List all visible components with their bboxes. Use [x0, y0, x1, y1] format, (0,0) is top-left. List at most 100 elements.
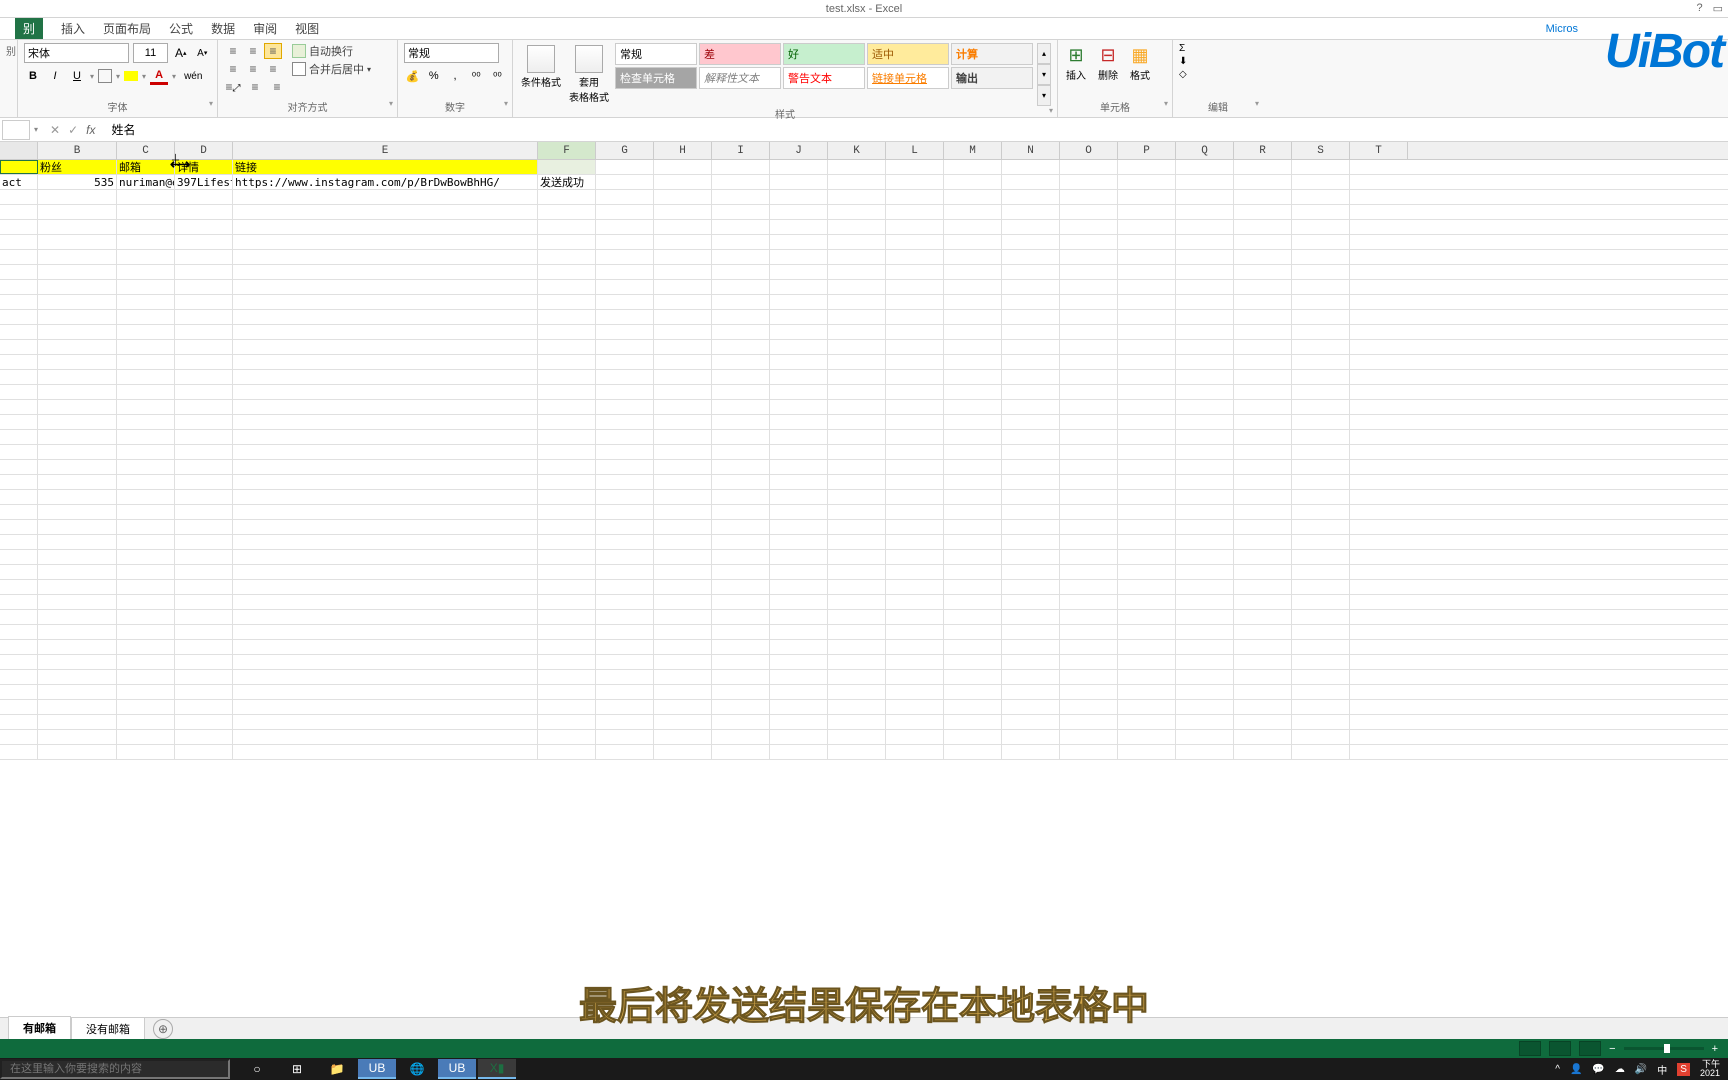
format-table-button[interactable]: 套用 表格格式 [567, 43, 611, 106]
spreadsheet-grid[interactable]: 粉丝 邮箱 详情 链接 act 535 nuriman@e 397Lifest … [0, 160, 1728, 760]
tray-clock[interactable]: 下午 2021 [1700, 1060, 1720, 1078]
style-check[interactable]: 检查单元格 [615, 67, 697, 89]
zoom-slider[interactable] [1624, 1047, 1704, 1050]
cortana-icon[interactable]: ○ [238, 1059, 276, 1079]
col-header-E[interactable]: E [233, 142, 538, 159]
cancel-formula-icon[interactable]: ✕ [50, 123, 60, 137]
cell-F1[interactable] [538, 160, 596, 174]
tray-volume-icon[interactable]: 🔊 [1635, 1064, 1647, 1075]
decrease-indent[interactable] [246, 79, 264, 95]
col-header-C[interactable]: C [117, 142, 175, 159]
wrap-text-button[interactable]: 自动换行 [292, 43, 371, 59]
tab-pagelayout[interactable]: 页面布局 [103, 20, 151, 37]
style-bad[interactable]: 差 [699, 43, 781, 65]
view-page-button[interactable] [1549, 1041, 1571, 1056]
font-size-select[interactable] [133, 43, 168, 63]
bold-button[interactable]: B [24, 67, 42, 85]
select-all-corner[interactable] [0, 142, 38, 159]
cell-E2[interactable]: https://www.instagram.com/p/BrDwBowBhHG/ [233, 175, 538, 189]
merge-center-button[interactable]: 合并后居中 ▾ [292, 61, 371, 77]
col-header-S[interactable]: S [1292, 142, 1350, 159]
fill-button[interactable]: ⬇ [1179, 56, 1257, 67]
font-name-select[interactable] [24, 43, 129, 63]
percent-button[interactable]: % [425, 67, 442, 85]
tray-cloud-icon[interactable]: ☁ [1615, 1064, 1625, 1075]
cell-C1[interactable]: 邮箱 [117, 160, 175, 174]
format-cell-button[interactable]: ▦ 格式 [1128, 43, 1152, 82]
underline-button[interactable]: U [68, 67, 86, 85]
uibot2-task-icon[interactable]: UB [438, 1059, 476, 1079]
orientation-button[interactable]: ⤢ [224, 79, 242, 95]
col-header-G[interactable]: G [596, 142, 654, 159]
ribbon-display-icon[interactable]: ▭ [1713, 2, 1723, 15]
style-explain[interactable]: 解释性文本 [699, 67, 781, 89]
comma-button[interactable]: , [446, 67, 463, 85]
align-top-center[interactable] [244, 43, 262, 59]
col-header-M[interactable]: M [944, 142, 1002, 159]
increase-indent[interactable] [268, 79, 286, 95]
decrease-font-button[interactable] [194, 44, 212, 62]
phonetic-button[interactable]: wén [184, 71, 202, 82]
align-mid-left[interactable] [224, 61, 242, 77]
name-box[interactable] [2, 120, 30, 140]
align-top-left[interactable] [224, 43, 242, 59]
sheet-tab-active[interactable]: 有邮箱 [8, 1016, 71, 1041]
col-header-J[interactable]: J [770, 142, 828, 159]
font-color-button[interactable]: A [150, 67, 168, 85]
increase-decimal[interactable]: ⁰⁰ [468, 67, 485, 85]
uibot-task-icon[interactable]: UB [358, 1059, 396, 1079]
sheet-tab-other[interactable]: 没有邮箱 [71, 1017, 145, 1041]
cell-D2[interactable]: 397Lifest [175, 175, 233, 189]
add-sheet-button[interactable]: ⊕ [153, 1019, 173, 1039]
tab-formulas[interactable]: 公式 [169, 20, 193, 37]
col-header-H[interactable]: H [654, 142, 712, 159]
currency-button[interactable]: 💰 [404, 67, 421, 85]
tray-people-icon[interactable]: 👤 [1570, 1064, 1582, 1075]
col-header-I[interactable]: I [712, 142, 770, 159]
style-scroll-more[interactable]: ▾ [1037, 85, 1051, 106]
cell-C2[interactable]: nuriman@e [117, 175, 175, 189]
col-header-F[interactable]: F [538, 142, 596, 159]
view-normal-button[interactable] [1519, 1041, 1541, 1056]
tab-insert[interactable]: 插入 [61, 20, 85, 37]
align-mid-center[interactable] [244, 61, 262, 77]
fill-color-button[interactable] [124, 71, 138, 81]
tray-wechat-icon[interactable]: 💬 [1592, 1064, 1604, 1075]
cell-F2[interactable]: 发送成功 [538, 175, 596, 189]
tray-ime[interactable]: 中 [1657, 1062, 1667, 1077]
cell-A2[interactable]: act [0, 175, 38, 189]
align-top-right[interactable] [264, 43, 282, 59]
style-good[interactable]: 好 [783, 43, 865, 65]
style-scroll[interactable]: ▴ ▾ ▾ [1037, 43, 1051, 106]
style-output[interactable]: 输出 [951, 67, 1033, 89]
explorer-icon[interactable]: 📁 [318, 1059, 356, 1079]
col-header-Q[interactable]: Q [1176, 142, 1234, 159]
conditional-format-button[interactable]: 条件格式 [519, 43, 563, 106]
autosum-button[interactable]: Σ [1179, 43, 1257, 54]
style-warn[interactable]: 警告文本 [783, 67, 865, 89]
style-neutral[interactable]: 适中 [867, 43, 949, 65]
col-header-R[interactable]: R [1234, 142, 1292, 159]
zoom-out[interactable]: − [1609, 1043, 1615, 1055]
cell-A1[interactable] [0, 160, 38, 174]
number-format-select[interactable] [404, 43, 499, 63]
cell-B2[interactable]: 535 [38, 175, 117, 189]
tab-review[interactable]: 审阅 [253, 20, 277, 37]
tab-view[interactable]: 视图 [295, 20, 319, 37]
enter-formula-icon[interactable]: ✓ [68, 123, 78, 137]
style-normal[interactable]: 常规 [615, 43, 697, 65]
formula-input[interactable] [109, 121, 1728, 139]
taskview-icon[interactable]: ⊞ [278, 1059, 316, 1079]
col-header-K[interactable]: K [828, 142, 886, 159]
help-icon[interactable]: ? [1696, 2, 1702, 15]
style-scroll-up[interactable]: ▴ [1037, 43, 1051, 64]
insert-cell-button[interactable]: ⊞ 插入 [1064, 43, 1088, 82]
tray-sogou-icon[interactable]: S [1677, 1063, 1690, 1076]
col-header-P[interactable]: P [1118, 142, 1176, 159]
clear-button[interactable]: ◇ [1179, 69, 1257, 80]
tab-data[interactable]: 数据 [211, 20, 235, 37]
italic-button[interactable]: I [46, 67, 64, 85]
cell-E1[interactable]: 链接 [233, 160, 538, 174]
increase-font-button[interactable] [172, 44, 190, 62]
view-break-button[interactable] [1579, 1041, 1601, 1056]
